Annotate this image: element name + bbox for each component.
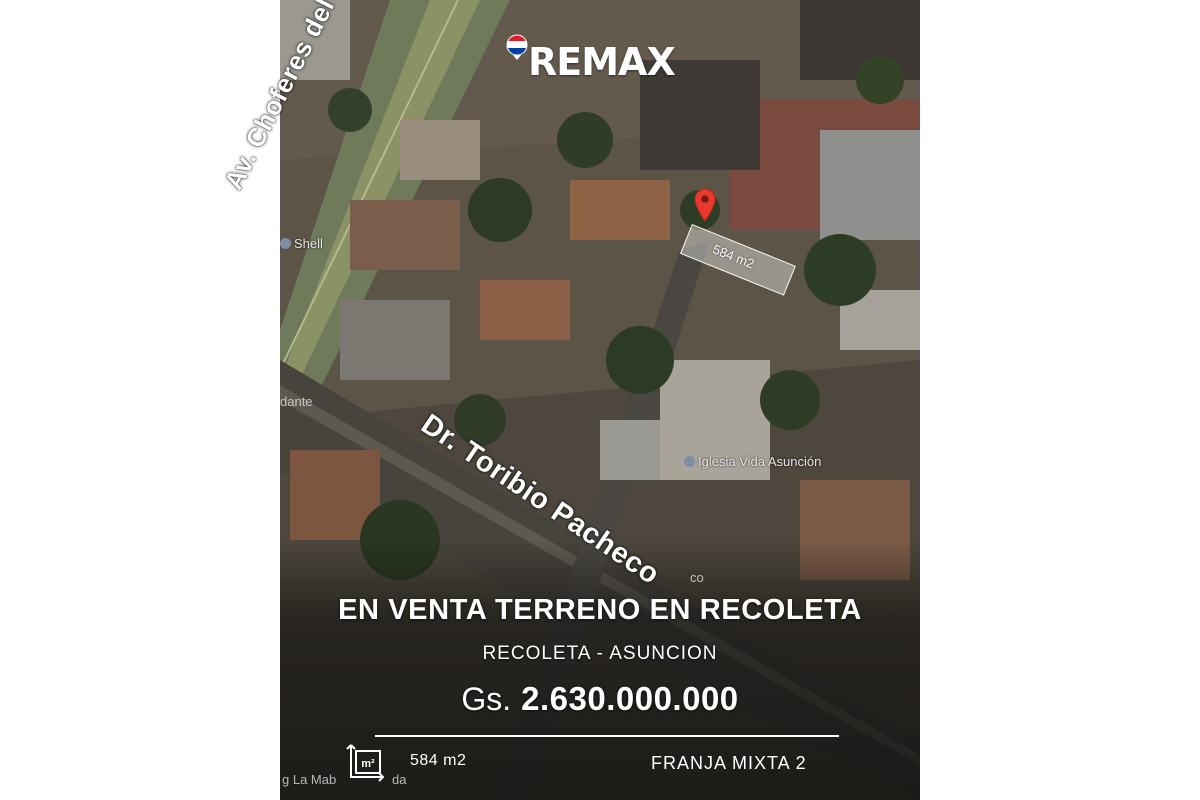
edge-place-label: dante: [280, 394, 313, 409]
listing-title: EN VENTA TERRENO EN RECOLETA: [338, 594, 862, 626]
fuel-station-icon: [280, 238, 291, 249]
remax-logo: REMAX: [506, 30, 686, 90]
area-icon-label: m²: [361, 758, 375, 770]
listing-zoning: FRANJA MIXTA 2: [651, 753, 807, 773]
poi-church-label: Iglesia Vida Asunción: [698, 454, 822, 469]
listing-location: RECOLETA - ASUNCION: [482, 643, 718, 664]
area-icon: m²: [346, 744, 385, 782]
location-pin-icon: [694, 188, 716, 222]
price-currency: Gs.: [461, 681, 512, 717]
bottom-place-label-a: g La Mab: [282, 772, 337, 787]
bottom-place-label-b: da: [392, 772, 407, 787]
poi-fuel-station-label: Shell: [294, 236, 323, 251]
street-ghost-label: co: [690, 570, 704, 585]
poi-fuel-station: Shell: [280, 236, 323, 251]
caption-divider: [375, 735, 839, 737]
listing-price: Gs. 2.630.000.000: [280, 680, 920, 718]
balloon-icon: [506, 34, 528, 60]
price-value: 2.630.000.000: [521, 680, 739, 717]
church-icon: [684, 456, 695, 467]
listing-area: 584 m2: [410, 752, 467, 769]
brand-wordmark: REMAX: [528, 40, 676, 84]
poi-church: Iglesia Vida Asunción: [684, 454, 821, 469]
